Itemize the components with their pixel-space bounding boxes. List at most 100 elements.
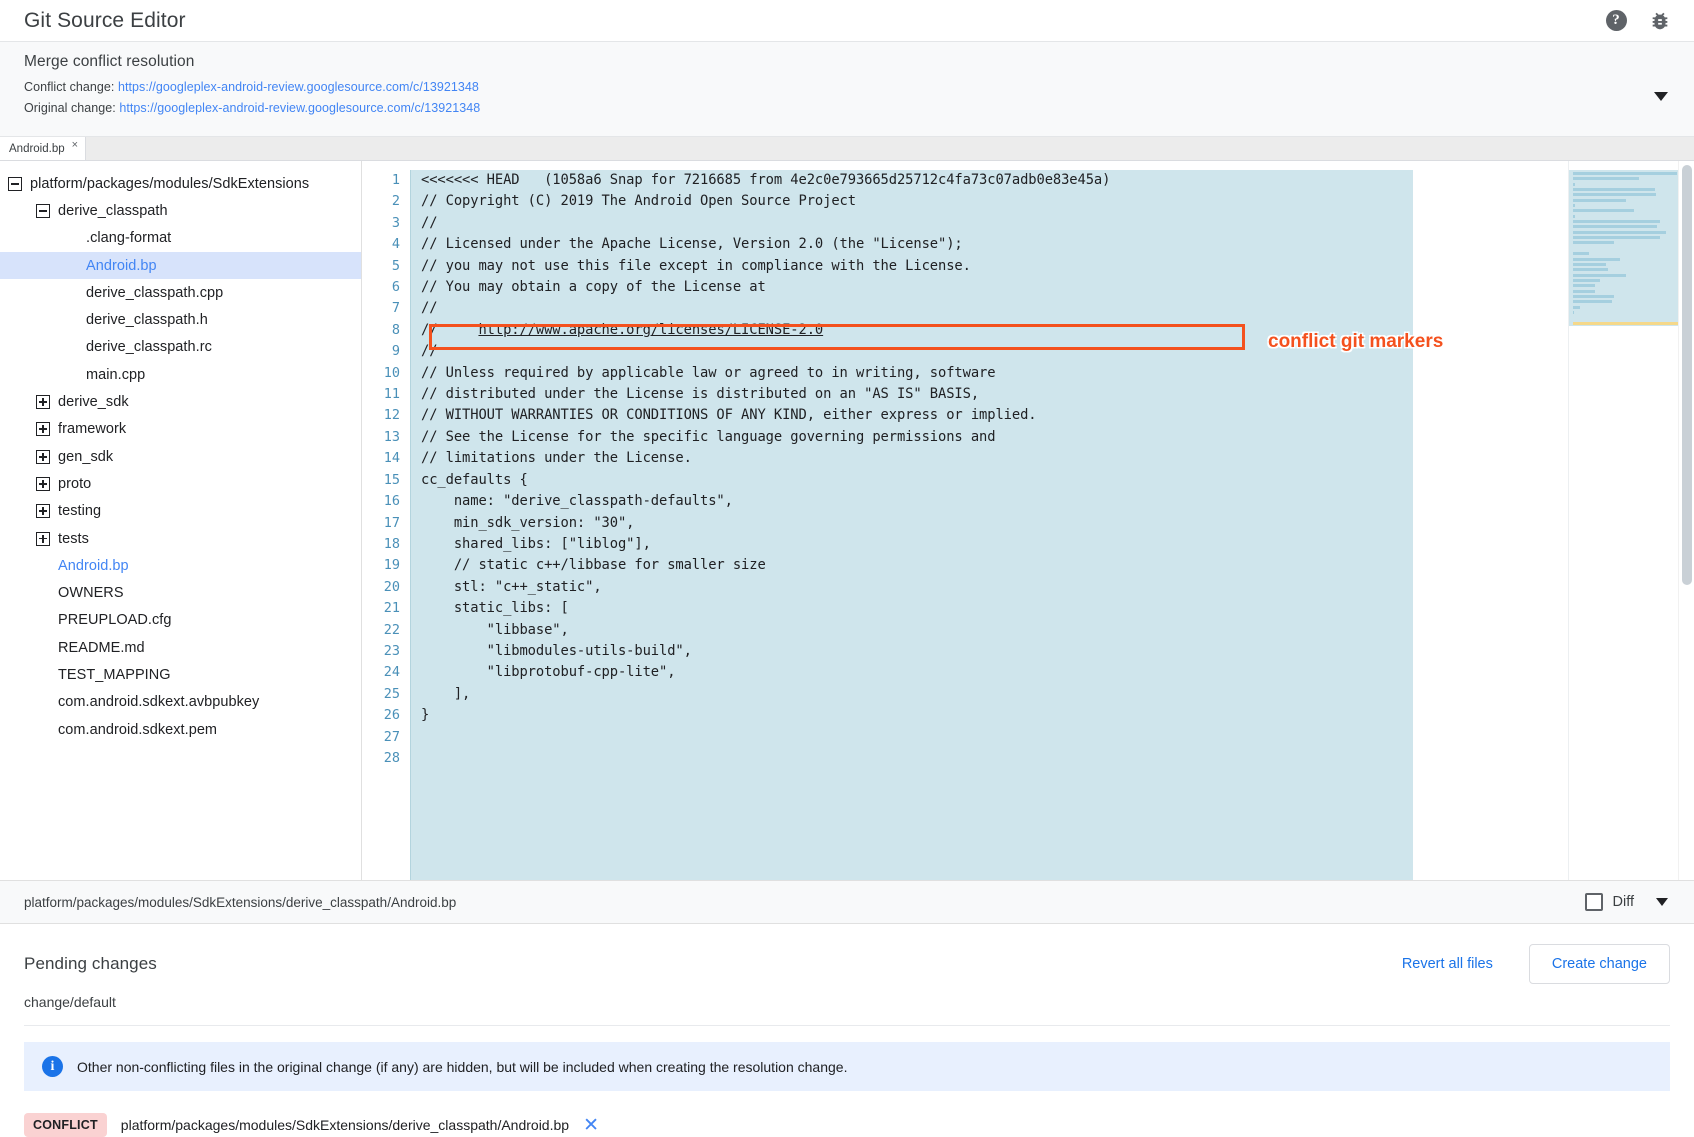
tree-item-label: com.android.sdkext.avbpubkey (58, 694, 259, 710)
tree-item[interactable]: derive_classpath.cpp (0, 279, 361, 306)
tab-android-bp[interactable]: Android.bp × (0, 137, 86, 160)
code-text-area[interactable]: <<<<<<< HEAD (1058a6 Snap for 7216685 fr… (410, 161, 1694, 880)
workspace: platform/packages/modules/SdkExtensions d… (0, 161, 1694, 880)
tree-item[interactable]: derive_classpath (0, 197, 361, 224)
tree-item[interactable]: derive_sdk (0, 388, 361, 415)
conflict-change-link[interactable]: https://googleplex-android-review.google… (118, 80, 479, 94)
tree-item-label: derive_classpath.h (86, 312, 208, 328)
line-number: 18 (362, 534, 400, 555)
tree-item[interactable]: README.md (0, 634, 361, 661)
tree-item[interactable]: framework (0, 416, 361, 443)
page-title: Git Source Editor (24, 9, 186, 33)
tree-item[interactable]: testing (0, 498, 361, 525)
line-number: 10 (362, 363, 400, 384)
tree-item-label: derive_classpath.rc (86, 339, 212, 355)
code-line: min_sdk_version: "30", (421, 513, 1413, 534)
tree-item-label: derive_sdk (58, 394, 129, 410)
minimap-line (1573, 268, 1608, 271)
tree-item[interactable]: main.cpp (0, 361, 361, 388)
tree-item[interactable]: derive_classpath.h (0, 306, 361, 333)
code-minimap[interactable] (1568, 161, 1678, 880)
line-number-gutter: 1234567891011121314151617181920212223242… (362, 161, 410, 880)
git-source-editor-app: Git Source Editor ? Merge conflict resol… (0, 0, 1694, 1137)
minimap-line (1573, 306, 1580, 309)
minimap-line (1573, 188, 1655, 191)
line-number: 2 (362, 191, 400, 212)
code-line: "libprotobuf-cpp-lite", (421, 662, 1413, 683)
code-line: // static c++/libbase for smaller size (421, 555, 1413, 576)
tree-item[interactable]: com.android.sdkext.pem (0, 716, 361, 743)
minimap-line (1573, 252, 1589, 255)
code-line: stl: "c++_static", (421, 577, 1413, 598)
code-text: // (421, 322, 478, 338)
chevron-down-icon[interactable] (1656, 898, 1668, 906)
expand-icon[interactable] (36, 450, 50, 464)
tree-item[interactable]: platform/packages/modules/SdkExtensions (0, 170, 361, 197)
minimap-line (1573, 241, 1614, 244)
expand-icon[interactable] (36, 532, 50, 546)
code-line: // (421, 298, 1413, 319)
minimap-line (1573, 172, 1677, 175)
minimap-line (1573, 258, 1620, 261)
line-number: 1 (362, 170, 400, 191)
diff-checkbox[interactable] (1585, 893, 1603, 911)
original-change-link[interactable]: https://googleplex-android-review.google… (119, 101, 480, 115)
expand-icon[interactable] (36, 504, 50, 518)
help-button[interactable]: ? (1604, 9, 1628, 33)
tree-item-label: proto (58, 476, 91, 492)
minimap-line (1573, 177, 1639, 180)
code-line: // limitations under the License. (421, 448, 1413, 469)
tree-item[interactable]: com.android.sdkext.avbpubkey (0, 689, 361, 716)
tree-item-label: OWNERS (58, 585, 124, 601)
line-number: 19 (362, 555, 400, 576)
tree-item[interactable]: OWNERS (0, 579, 361, 606)
line-number: 13 (362, 427, 400, 448)
tree-item[interactable]: gen_sdk (0, 443, 361, 470)
tree-item-label: main.cpp (86, 367, 145, 383)
chevron-down-icon[interactable] (1654, 92, 1668, 101)
tree-item[interactable]: Android.bp (0, 552, 361, 579)
tree-item[interactable]: PREUPLOAD.cfg (0, 607, 361, 634)
minimap-line (1573, 311, 1574, 314)
minimap-line (1573, 199, 1626, 202)
code-content[interactable]: <<<<<<< HEAD (1058a6 Snap for 7216685 fr… (410, 170, 1413, 880)
scrollbar-thumb[interactable] (1682, 165, 1692, 585)
revert-all-files-button[interactable]: Revert all files (1388, 946, 1507, 982)
code-line: name: "derive_classpath-defaults", (421, 491, 1413, 512)
code-line: <<<<<<< HEAD (1058a6 Snap for 7216685 fr… (421, 170, 1413, 191)
line-number: 23 (362, 641, 400, 662)
line-number: 16 (362, 491, 400, 512)
tree-item-label: platform/packages/modules/SdkExtensions (30, 176, 309, 192)
expand-icon[interactable] (36, 395, 50, 409)
close-icon[interactable]: ✕ (583, 1116, 599, 1135)
collapse-icon[interactable] (8, 177, 22, 191)
tree-item-label: README.md (58, 640, 145, 656)
collapse-icon[interactable] (36, 204, 50, 218)
code-line: // you may not use this file except in c… (421, 256, 1413, 277)
tree-item[interactable]: derive_classpath.rc (0, 334, 361, 361)
tree-item-label: testing (58, 503, 101, 519)
current-file-path: platform/packages/modules/SdkExtensions/… (24, 895, 456, 910)
minimap-line (1573, 183, 1575, 186)
tree-item-label: gen_sdk (58, 449, 113, 465)
code-line: // Copyright (C) 2019 The Android Open S… (421, 191, 1413, 212)
code-line: } (421, 705, 1413, 726)
close-icon[interactable]: × (72, 140, 78, 151)
minimap-line (1573, 231, 1666, 234)
license-url-link[interactable]: http://www.apache.org/licenses/LICENSE-2… (478, 322, 823, 338)
tree-item[interactable]: tests (0, 525, 361, 552)
original-change-row: Original change: https://googleplex-andr… (24, 101, 1670, 115)
tree-item[interactable]: TEST_MAPPING (0, 661, 361, 688)
line-number: 21 (362, 598, 400, 619)
vertical-scrollbar[interactable] (1678, 161, 1694, 880)
tree-item[interactable]: proto (0, 470, 361, 497)
tree-item[interactable]: .clang-format (0, 225, 361, 252)
expand-icon[interactable] (36, 477, 50, 491)
editor-tabstrip: Android.bp × (0, 137, 1694, 161)
help-circle-icon: ? (1606, 10, 1627, 31)
expand-icon[interactable] (36, 422, 50, 436)
create-change-button[interactable]: Create change (1529, 944, 1670, 984)
tree-item[interactable]: Android.bp (0, 252, 361, 279)
bug-icon (1649, 10, 1671, 32)
report-bug-button[interactable] (1648, 9, 1672, 33)
